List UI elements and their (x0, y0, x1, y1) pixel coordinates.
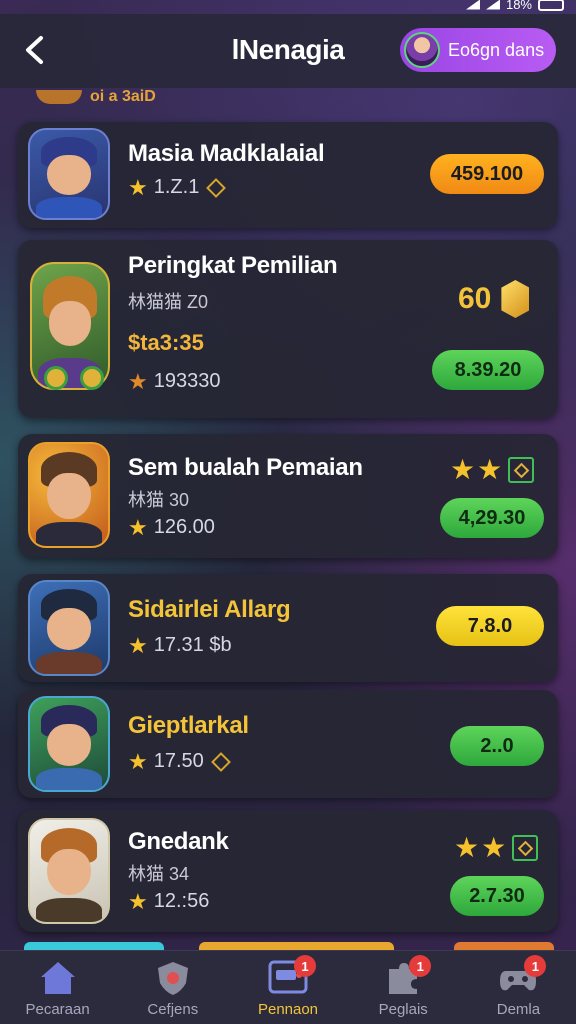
coin-badge-icon (80, 366, 104, 390)
star-icon: ★ (128, 632, 148, 658)
nav-item-pennaon[interactable]: 1 Pennaon (230, 951, 345, 1024)
player-name: Masia Madklalaial (128, 140, 325, 167)
player-stat: 12.:56 (153, 890, 210, 912)
app-header: lNenagia Eo6gn dans (0, 14, 576, 88)
status-bar: 18% (0, 0, 576, 14)
star-icon: ★ (128, 174, 148, 200)
star-icon: ★ (454, 832, 480, 863)
notification-badge: 1 (524, 955, 547, 977)
avatar (404, 32, 440, 68)
player-price: $ta3:35 (128, 330, 204, 355)
star-icon: ★ (481, 832, 507, 863)
player-card[interactable]: Gnedank 林猫 34 ★ 12.:56 ★ ★ 2.7.30 (18, 810, 558, 932)
notification-badge: 1 (294, 955, 316, 977)
gem-icon (501, 280, 530, 318)
star-icon: ★ (128, 368, 148, 394)
nav-item-demla[interactable]: 1 Demla (461, 951, 576, 1024)
notification-badge: 1 (409, 955, 432, 977)
star-icon: ★ (128, 888, 148, 914)
player-card[interactable]: Sidairlei Allarg ★ 17.31 $b 7.8.0 (18, 574, 558, 682)
player-subtitle: 林猫 34 (128, 864, 190, 884)
player-card[interactable]: Sem bualah Pemaian 林猫 30 ★ 126.00 ★ ★ 4,… (18, 434, 558, 558)
player-stat-line: ★ 1.Z.1 (128, 174, 227, 200)
player-avatar (28, 580, 110, 676)
nav-item-cefjens[interactable]: Cefjens (115, 951, 230, 1024)
gem-icon (206, 177, 227, 198)
star-icon: ★ (477, 454, 503, 485)
partial-list-item: oi a 3aiD (36, 88, 156, 106)
player-stat-line: ★ 126.00 (128, 516, 215, 539)
rating-value: 60 (458, 282, 492, 315)
player-stat: 126.00 (153, 516, 215, 538)
star-rating: ★ ★ (454, 832, 539, 863)
player-subtitle: 林猫猫 Z0 (128, 292, 209, 312)
star-rating: ★ ★ (450, 454, 535, 485)
player-avatar (28, 442, 110, 548)
player-card[interactable]: Masia Madklalaial ★ 1.Z.1 459.100 (18, 122, 558, 228)
player-avatar (28, 696, 110, 792)
nav-item-peglais[interactable]: 1 Peglais (346, 951, 461, 1024)
coin-badge-icon (44, 366, 68, 390)
player-action-button[interactable]: 7.8.0 (436, 606, 544, 646)
nav-label: Demla (496, 1001, 541, 1018)
player-card[interactable]: Gieptlarkal ★ 17.50 2..0 (18, 690, 558, 798)
nav-item-pecaraan[interactable]: Pecaraan (0, 951, 115, 1024)
player-stat-line: ★ 17.31 $b (128, 634, 232, 657)
gem-icon (210, 751, 231, 772)
player-avatar (28, 128, 110, 220)
player-avatar (28, 818, 110, 924)
player-rating: 60 (458, 280, 530, 318)
profile-pill-label: Eo6gn dans (448, 39, 545, 60)
player-name: Sidairlei Allarg (128, 596, 291, 623)
partial-list-row (24, 942, 554, 950)
battery-percent: 18% (505, 0, 532, 12)
player-stat: 17.31 $b (153, 634, 232, 656)
nav-label: Cefjens (147, 1001, 199, 1018)
puzzle-icon: 1 (383, 955, 432, 997)
player-stat: 1.Z.1 (153, 176, 200, 198)
player-name: Sem bualah Pemaian (128, 454, 363, 481)
player-stat-line: ★ 193330 (128, 370, 220, 393)
player-action-button[interactable]: 459.100 (430, 154, 544, 194)
profile-pill-button[interactable]: Eo6gn dans (400, 28, 556, 72)
player-stat: 193330 (153, 370, 221, 392)
wifi-icon (485, 0, 500, 10)
shield-icon (153, 959, 193, 997)
gem-box-icon (508, 457, 535, 483)
player-subtitle: 林猫 30 (128, 490, 190, 510)
player-action-button[interactable]: 8.39.20 (432, 350, 544, 390)
battery-icon (538, 0, 564, 11)
partial-item-text: oi a 3aiD (90, 88, 156, 105)
player-action-button[interactable]: 2..0 (450, 726, 544, 766)
signal-icon (465, 0, 480, 10)
nav-label: Pecaraan (25, 1001, 90, 1018)
home-icon (38, 959, 78, 997)
gem-box-icon (512, 835, 539, 861)
nav-label: Peglais (378, 1001, 428, 1018)
chat-icon: 1 (268, 955, 316, 997)
player-stat-line: ★ 12.:56 (128, 890, 209, 913)
star-icon: ★ (128, 748, 148, 774)
player-action-button[interactable]: 4,29.30 (440, 498, 544, 538)
player-stat: 17.50 (153, 750, 204, 772)
player-name: Gieptlarkal (128, 712, 249, 739)
player-action-button[interactable]: 2.7.30 (450, 876, 544, 916)
gamepad-icon: 1 (498, 955, 547, 997)
star-icon: ★ (128, 514, 148, 540)
star-icon: ★ (450, 454, 476, 485)
player-stat-line: ★ 17.50 (128, 748, 231, 774)
player-name: Gnedank (128, 828, 229, 855)
coin-icon (36, 89, 82, 104)
player-card[interactable]: Peringkat Pemilian 林猫猫 Z0 $ta3:35 ★ 1933… (18, 240, 558, 418)
bottom-nav: Pecaraan Cefjens 1 Pennaon 1 Peglais 1 D… (0, 950, 576, 1024)
player-name: Peringkat Pemilian (128, 252, 338, 279)
nav-label: Pennaon (257, 1001, 319, 1018)
